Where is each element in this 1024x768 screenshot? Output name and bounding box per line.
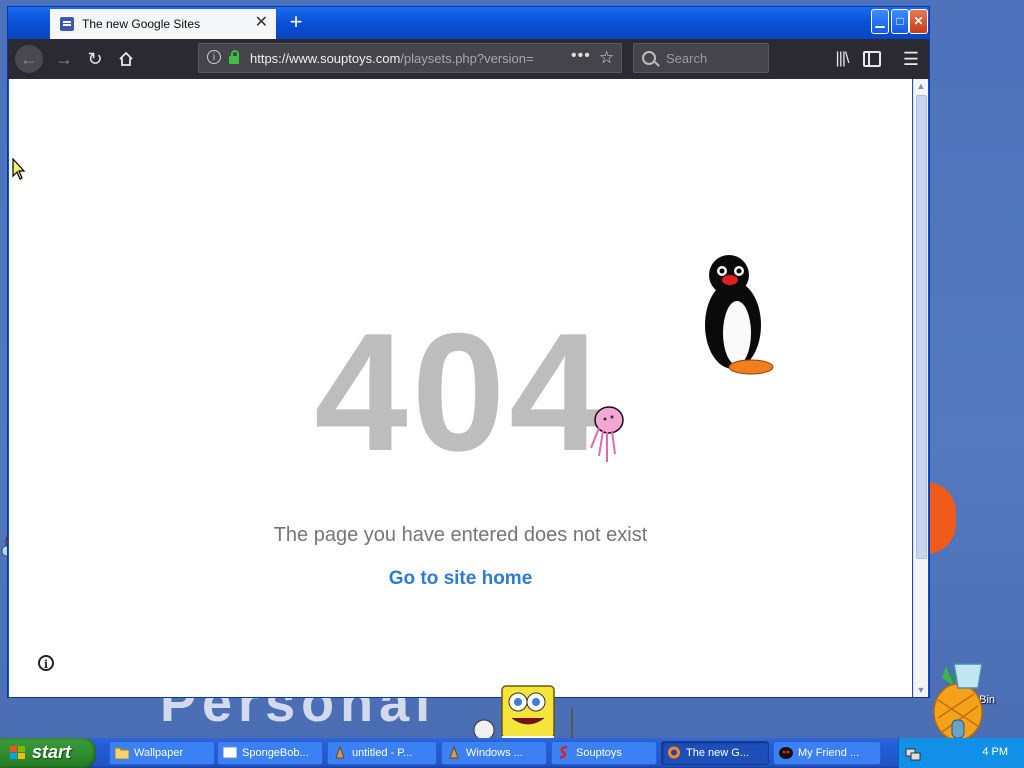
maximize-button[interactable]: □ [891,9,909,34]
scroll-down-arrow-icon[interactable]: ▼ [916,685,926,695]
friend-icon [779,747,793,759]
page-info-icon[interactable]: i [38,655,54,671]
library-button[interactable]: |||\ [828,45,856,73]
mouse-cursor-icon [12,158,26,180]
minimize-button[interactable]: ▁ [871,9,889,34]
forward-button[interactable]: → [50,45,78,73]
search-icon [642,51,656,65]
sidebar-icon [863,51,881,67]
browser-window: The new Google Sites ✕ + ▁ □ ✕ ← → ↻ i h… [7,6,930,698]
jellyfish-mascot [590,406,624,462]
sidebar-button[interactable] [858,45,886,73]
pingu-penguin-mascot [705,255,774,375]
folder-icon [115,747,129,759]
scroll-thumb[interactable] [916,95,927,559]
title-bar[interactable]: The new Google Sites ✕ + ▁ □ ✕ [8,7,929,39]
taskbar-item-label: My Friend ... [798,747,860,759]
tab-title: The new Google Sites [82,17,201,31]
taskbar-item-paint[interactable]: untitled - P... [327,741,437,765]
tab-google-sites[interactable]: The new Google Sites ✕ [50,9,276,39]
page-actions-icon[interactable]: ••• [571,47,591,65]
start-button[interactable]: start [0,738,96,768]
url-path: /playsets.php?version= [400,51,534,66]
reload-button[interactable]: ↻ [81,45,109,73]
vertical-scrollbar[interactable]: ▲ ▼ [913,79,928,697]
go-to-site-home-link[interactable]: Go to site home [9,568,912,590]
taskbar-item-souptoys[interactable]: Souptoys [551,741,657,765]
start-label: start [32,742,72,762]
error-code: 404 [314,298,607,486]
clock[interactable]: 4 PM [982,746,1008,758]
recycle-bin-icon[interactable] [948,660,988,690]
taskbar-item-spongebob[interactable]: SpongeBob... [217,741,323,765]
google-sites-favicon-icon [60,17,74,31]
home-icon [119,51,133,66]
close-window-button[interactable]: ✕ [909,9,928,34]
url-text[interactable]: https://www.souptoys.com/playsets.php?ve… [250,51,540,66]
menu-button[interactable]: ☰ [897,45,925,73]
site-info-icon[interactable]: i [207,50,221,64]
taskbar-item-label: untitled - P... [352,747,413,759]
taskbar-item-label: Windows ... [466,747,523,759]
taskbar-item-label: The new G... [686,747,749,759]
system-tray: 4 PM [898,738,1024,768]
taskbar-item-windows[interactable]: Windows ... [441,741,547,765]
scroll-up-arrow-icon[interactable]: ▲ [916,81,926,91]
search-box[interactable] [633,43,769,73]
tab-close-icon[interactable]: ✕ [255,14,268,32]
taskbar-item-label: Souptoys [576,747,622,759]
paint-icon [335,746,345,759]
taskbar-item-label: Wallpaper [134,747,184,759]
new-tab-button[interactable]: + [284,11,308,35]
souptoys-icon [559,746,568,759]
network-tray-icon[interactable] [905,745,921,761]
windows-flag-icon [10,746,25,759]
home-button[interactable] [112,45,140,73]
nav-toolbar: ← → ↻ i https://www.souptoys.com/playset… [8,39,929,79]
taskbar-item-google-sites[interactable]: The new G... [661,741,769,765]
error-message: The page you have entered does not exist [273,524,648,546]
page-content: 404 The page you have entered does not e… [9,79,912,697]
desktop-orange-shape [926,482,956,554]
bookmark-star-icon[interactable]: ☆ [599,48,614,68]
url-host: https://www.souptoys.com [250,51,401,66]
back-button[interactable]: ← [15,45,43,73]
taskbar-item-label: SpongeBob... [242,747,309,759]
taskbar: start Wallpaper SpongeBob... untitled - … [0,738,1024,768]
media-icon [449,746,459,759]
taskbar-item-wallpaper[interactable]: Wallpaper [109,741,215,765]
window-icon [223,746,237,759]
firefox-icon [668,746,680,759]
library-icon: |||\ [835,50,850,67]
lock-icon[interactable] [229,50,239,64]
taskbar-item-my-friend[interactable]: My Friend ... [773,741,881,765]
address-bar[interactable]: i https://www.souptoys.com/playsets.php?… [198,43,622,73]
search-input[interactable] [664,50,768,67]
